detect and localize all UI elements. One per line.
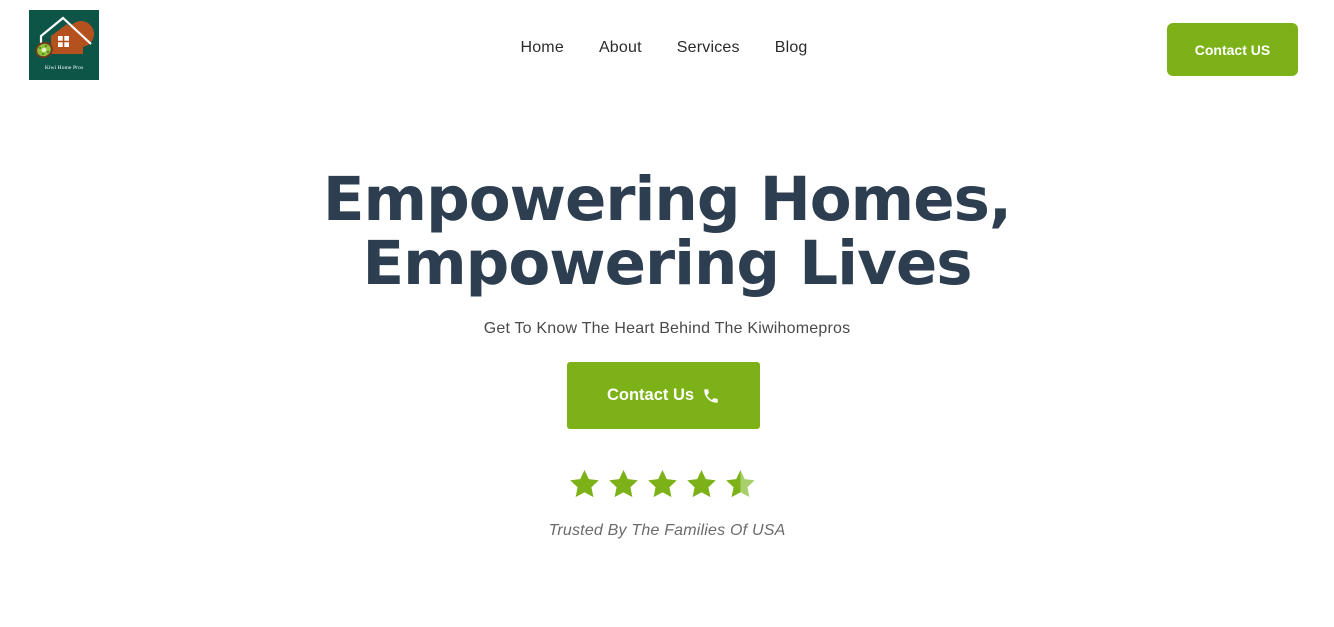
hero-title-line-1: Empowering Homes, (322, 164, 1012, 235)
star-icon (687, 470, 716, 498)
star-icon (648, 470, 677, 498)
hero-contact-button[interactable]: Contact Us (567, 362, 760, 429)
star-icon (609, 470, 638, 498)
star-icon (726, 470, 755, 498)
trusted-text: Trusted By The Families Of USA (548, 522, 786, 539)
main-nav: Home About Services Blog (0, 38, 1334, 58)
nav-home[interactable]: Home (520, 38, 563, 58)
nav-services[interactable]: Services (677, 38, 740, 58)
star-icon (570, 470, 599, 498)
logo-text: Kiwi Home Pros (44, 65, 84, 71)
hero-title: Empowering Homes, Empowering Lives (0, 168, 1334, 296)
nav-about[interactable]: About (599, 38, 642, 58)
hero-subtitle: Get To Know The Heart Behind The Kiwihom… (483, 320, 851, 337)
page: Kiwi Home Pros Home About Services Blog … (0, 0, 1334, 627)
phone-icon (704, 388, 718, 403)
header-contact-button[interactable]: Contact US (1167, 23, 1298, 76)
star-rating (568, 468, 757, 501)
logo[interactable]: Kiwi Home Pros (29, 10, 99, 80)
hero-contact-label: Contact Us (606, 386, 695, 404)
hero-title-line-2: Empowering Lives (362, 228, 972, 299)
nav-blog[interactable]: Blog (775, 38, 808, 58)
